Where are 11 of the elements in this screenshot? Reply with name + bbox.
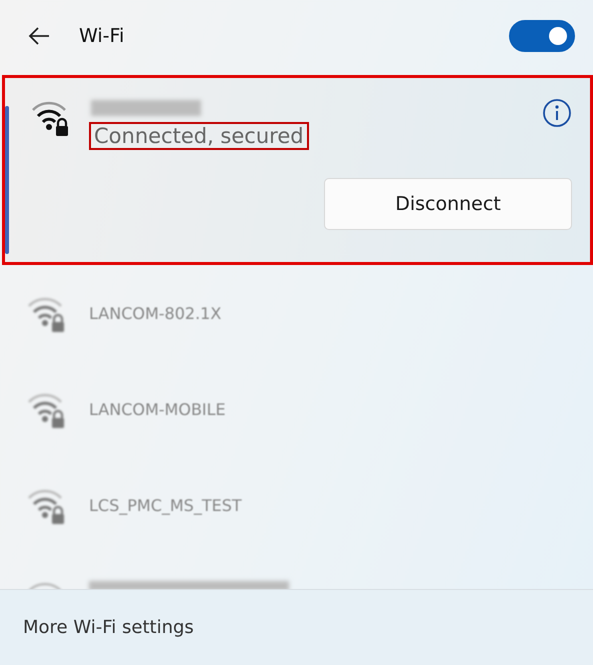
connection-status: Connected, secured (94, 124, 304, 148)
more-settings-link[interactable]: More Wi-Fi settings (23, 617, 194, 638)
info-icon (542, 98, 572, 128)
wifi-toggle[interactable] (509, 20, 575, 52)
network-name: LANCOM-MOBILE (89, 400, 226, 418)
connected-network-card[interactable]: Connected, secured Disconnect (2, 75, 593, 265)
disconnect-button[interactable]: Disconnect (324, 178, 572, 230)
back-icon[interactable] (27, 26, 51, 46)
network-name: LANCOM-802.1X (89, 304, 222, 322)
network-name: LCS_PMC_MS_TEST (89, 496, 242, 514)
page-title: Wi-Fi (79, 25, 126, 47)
